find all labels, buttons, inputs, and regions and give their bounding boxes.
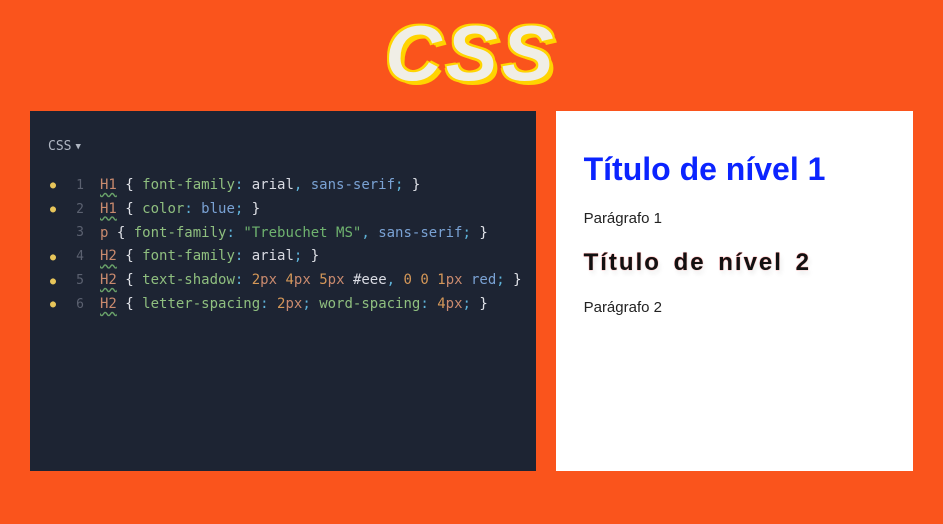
line-number: 4 (62, 246, 84, 268)
code-content[interactable]: H1 { color: blue; } (100, 198, 260, 222)
preview-heading-2: Título de nível 2 (584, 249, 885, 277)
lint-dot-icon: ● (44, 201, 62, 218)
code-content[interactable]: H2 { letter-spacing: 2px; word-spacing: … (100, 293, 488, 317)
page-title-text: CSS (385, 9, 557, 97)
code-line[interactable]: ●1 H1 { font-family: arial, sans-serif; } (44, 174, 522, 198)
lint-dot-icon: ● (44, 225, 62, 242)
code-line[interactable]: ●3 p { font-family: "Trebuchet MS", sans-… (44, 222, 522, 246)
editor-lang-label: CSS (48, 139, 71, 154)
preview-paragraph-2: Parágrafo 2 (584, 299, 885, 316)
code-line[interactable]: ●5 H2 { text-shadow: 2px 4px 5px #eee, 0 … (44, 269, 522, 293)
panels-row: CSS ▼ ●1H1 { font-family: arial, sans-se… (0, 111, 943, 471)
code-content[interactable]: H2 { font-family: arial; } (100, 245, 319, 269)
lint-dot-icon: ● (44, 177, 62, 194)
code-content[interactable]: H1 { font-family: arial, sans-serif; } (100, 174, 420, 198)
preview-paragraph-1: Parágrafo 1 (584, 210, 885, 227)
code-content[interactable]: H2 { text-shadow: 2px 4px 5px #eee, 0 0 … (100, 269, 522, 293)
editor-lang-dropdown[interactable]: CSS ▼ (48, 139, 522, 154)
line-number: 3 (62, 222, 84, 244)
lint-dot-icon: ● (44, 273, 62, 290)
code-editor[interactable]: CSS ▼ ●1H1 { font-family: arial, sans-se… (30, 111, 536, 471)
code-lines[interactable]: ●1H1 { font-family: arial, sans-serif; }… (44, 174, 522, 317)
preview-heading-1: Título de nível 1 (584, 151, 885, 188)
line-number: 5 (62, 270, 84, 292)
chevron-down-icon: ▼ (75, 142, 80, 152)
page-title: CSS (0, 0, 943, 99)
lint-dot-icon: ● (44, 249, 62, 266)
code-line[interactable]: ●6 H2 { letter-spacing: 2px; word-spacing… (44, 293, 522, 317)
code-line[interactable]: ●4 H2 { font-family: arial; } (44, 245, 522, 269)
line-number: 2 (62, 199, 84, 221)
preview-pane: Título de nível 1 Parágrafo 1 Título de … (556, 111, 913, 471)
code-content[interactable]: p { font-family: "Trebuchet MS", sans-se… (100, 222, 488, 246)
line-number: 1 (62, 175, 84, 197)
line-number: 6 (62, 294, 84, 316)
code-line[interactable]: ●2 H1 { color: blue; } (44, 198, 522, 222)
lint-dot-icon: ● (44, 296, 62, 313)
